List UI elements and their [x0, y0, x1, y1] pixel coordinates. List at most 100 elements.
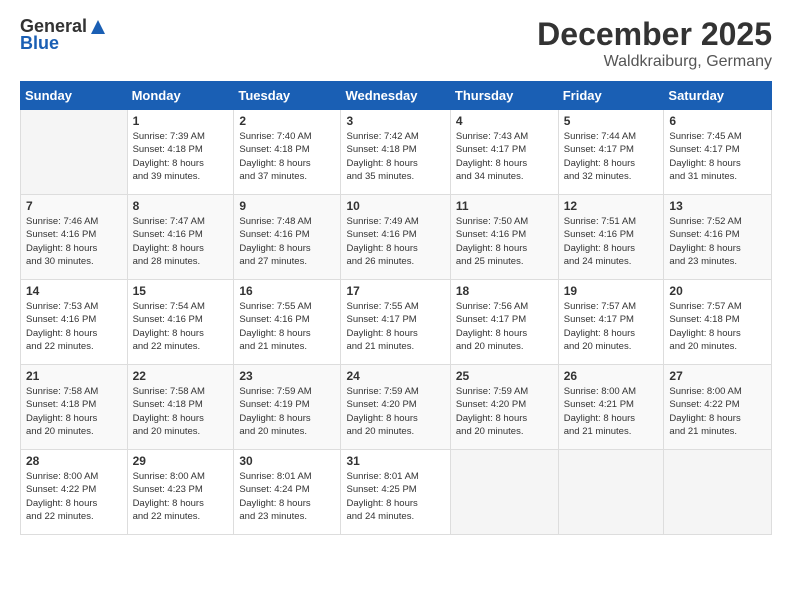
calendar-table: Sunday Monday Tuesday Wednesday Thursday… [20, 81, 772, 535]
day-info: Sunrise: 7:43 AM Sunset: 4:17 PM Dayligh… [456, 130, 553, 183]
table-row: 18 Sunrise: 7:56 AM Sunset: 4:17 PM Dayli… [450, 280, 558, 365]
day-number: 27 [669, 369, 766, 383]
table-row: 3Sunrise: 7:42 AM Sunset: 4:18 PM Daylig… [341, 110, 450, 195]
col-friday: Friday [558, 82, 664, 110]
day-number: 1 [133, 114, 229, 128]
page-container: General Blue December 2025 Waldkraiburg,… [0, 0, 792, 612]
table-row: 13Sunrise: 7:52 AM Sunset: 4:16 PM Dayli… [664, 195, 772, 280]
day-info: Sunrise: 7:47 AM Sunset: 4:16 PM Dayligh… [133, 215, 229, 268]
table-row: 27 Sunrise: 8:00 AM Sunset: 4:22 PM Dayli… [664, 365, 772, 450]
table-row: 5 Sunrise: 7:44 AM Sunset: 4:17 PM Daylig… [558, 110, 664, 195]
day-info: Sunrise: 7:45 AM Sunset: 4:17 PM Dayligh… [669, 130, 766, 183]
day-info: Sunrise: 7:42 AM Sunset: 4:18 PM Dayligh… [346, 130, 444, 183]
location-title: Waldkraiburg, Germany [537, 53, 772, 71]
day-info: Sunrise: 8:01 AM Sunset: 4:25 PM Dayligh… [346, 470, 444, 523]
day-info: Sunrise: 7:59 AM Sunset: 4:19 PM Dayligh… [239, 385, 335, 438]
table-row: 29 Sunrise: 8:00 AM Sunset: 4:23 PM Dayli… [127, 450, 234, 535]
day-info: Sunrise: 8:00 AM Sunset: 4:22 PM Dayligh… [26, 470, 122, 523]
day-info: Sunrise: 8:01 AM Sunset: 4:24 PM Dayligh… [239, 470, 335, 523]
col-sunday: Sunday [21, 82, 128, 110]
table-row: 15Sunrise: 7:54 AM Sunset: 4:16 PM Dayli… [127, 280, 234, 365]
col-saturday: Saturday [664, 82, 772, 110]
table-row: 2 Sunrise: 7:40 AM Sunset: 4:18 PM Daylig… [234, 110, 341, 195]
table-row: 14 Sunrise: 7:53 AM Sunset: 4:16 PM Dayli… [21, 280, 128, 365]
day-info: Sunrise: 7:54 AM Sunset: 4:16 PM Dayligh… [133, 300, 229, 353]
table-row: 25Sunrise: 7:59 AM Sunset: 4:20 PM Dayli… [450, 365, 558, 450]
day-info: Sunrise: 7:53 AM Sunset: 4:16 PM Dayligh… [26, 300, 122, 353]
table-row [450, 450, 558, 535]
logo-icon [89, 18, 107, 36]
day-info: Sunrise: 7:44 AM Sunset: 4:17 PM Dayligh… [564, 130, 659, 183]
day-number: 25 [456, 369, 553, 383]
logo-blue-text: Blue [20, 33, 59, 54]
day-number: 2 [239, 114, 335, 128]
calendar-week-row: 21 Sunrise: 7:58 AM Sunset: 4:18 PM Dayli… [21, 365, 772, 450]
day-info: Sunrise: 7:58 AM Sunset: 4:18 PM Dayligh… [26, 385, 122, 438]
day-info: Sunrise: 7:52 AM Sunset: 4:16 PM Dayligh… [669, 215, 766, 268]
month-title: December 2025 [537, 16, 772, 53]
day-number: 9 [239, 199, 335, 213]
day-number: 8 [133, 199, 229, 213]
calendar-header-row: Sunday Monday Tuesday Wednesday Thursday… [21, 82, 772, 110]
day-number: 18 [456, 284, 553, 298]
table-row: 17Sunrise: 7:55 AM Sunset: 4:17 PM Dayli… [341, 280, 450, 365]
table-row: 16 Sunrise: 7:55 AM Sunset: 4:16 PM Dayli… [234, 280, 341, 365]
table-row: 4 Sunrise: 7:43 AM Sunset: 4:17 PM Daylig… [450, 110, 558, 195]
day-info: Sunrise: 8:00 AM Sunset: 4:23 PM Dayligh… [133, 470, 229, 523]
day-number: 10 [346, 199, 444, 213]
day-info: Sunrise: 7:58 AM Sunset: 4:18 PM Dayligh… [133, 385, 229, 438]
day-number: 22 [133, 369, 229, 383]
table-row: 26 Sunrise: 8:00 AM Sunset: 4:21 PM Dayli… [558, 365, 664, 450]
day-number: 23 [239, 369, 335, 383]
calendar-week-row: 14 Sunrise: 7:53 AM Sunset: 4:16 PM Dayli… [21, 280, 772, 365]
table-row: 28 Sunrise: 8:00 AM Sunset: 4:22 PM Dayli… [21, 450, 128, 535]
table-row: 6 Sunrise: 7:45 AM Sunset: 4:17 PM Daylig… [664, 110, 772, 195]
table-row: 10 Sunrise: 7:49 AM Sunset: 4:16 PM Dayli… [341, 195, 450, 280]
day-info: Sunrise: 7:59 AM Sunset: 4:20 PM Dayligh… [346, 385, 444, 438]
table-row: 31 Sunrise: 8:01 AM Sunset: 4:25 PM Dayli… [341, 450, 450, 535]
title-section: December 2025 Waldkraiburg, Germany [537, 16, 772, 71]
day-number: 14 [26, 284, 122, 298]
day-number: 30 [239, 454, 335, 468]
day-info: Sunrise: 7:57 AM Sunset: 4:18 PM Dayligh… [669, 300, 766, 353]
day-number: 11 [456, 199, 553, 213]
day-number: 19 [564, 284, 659, 298]
day-number: 31 [346, 454, 444, 468]
day-info: Sunrise: 7:40 AM Sunset: 4:18 PM Dayligh… [239, 130, 335, 183]
day-info: Sunrise: 7:56 AM Sunset: 4:17 PM Dayligh… [456, 300, 553, 353]
table-row: 1 Sunrise: 7:39 AM Sunset: 4:18 PM Daylig… [127, 110, 234, 195]
day-info: Sunrise: 7:55 AM Sunset: 4:17 PM Dayligh… [346, 300, 444, 353]
table-row: 11 Sunrise: 7:50 AM Sunset: 4:16 PM Dayli… [450, 195, 558, 280]
day-number: 20 [669, 284, 766, 298]
table-row: 12Sunrise: 7:51 AM Sunset: 4:16 PM Dayli… [558, 195, 664, 280]
day-number: 16 [239, 284, 335, 298]
day-number: 5 [564, 114, 659, 128]
day-number: 4 [456, 114, 553, 128]
calendar-week-row: 1 Sunrise: 7:39 AM Sunset: 4:18 PM Daylig… [21, 110, 772, 195]
table-row: 30 Sunrise: 8:01 AM Sunset: 4:24 PM Dayli… [234, 450, 341, 535]
calendar-week-row: 7Sunrise: 7:46 AM Sunset: 4:16 PM Daylig… [21, 195, 772, 280]
day-info: Sunrise: 7:48 AM Sunset: 4:16 PM Dayligh… [239, 215, 335, 268]
day-number: 28 [26, 454, 122, 468]
table-row: 24Sunrise: 7:59 AM Sunset: 4:20 PM Dayli… [341, 365, 450, 450]
table-row [21, 110, 128, 195]
day-info: Sunrise: 8:00 AM Sunset: 4:22 PM Dayligh… [669, 385, 766, 438]
day-info: Sunrise: 8:00 AM Sunset: 4:21 PM Dayligh… [564, 385, 659, 438]
day-number: 21 [26, 369, 122, 383]
table-row: 7Sunrise: 7:46 AM Sunset: 4:16 PM Daylig… [21, 195, 128, 280]
day-info: Sunrise: 7:57 AM Sunset: 4:17 PM Dayligh… [564, 300, 659, 353]
table-row: 21 Sunrise: 7:58 AM Sunset: 4:18 PM Dayli… [21, 365, 128, 450]
day-info: Sunrise: 7:55 AM Sunset: 4:16 PM Dayligh… [239, 300, 335, 353]
day-info: Sunrise: 7:49 AM Sunset: 4:16 PM Dayligh… [346, 215, 444, 268]
col-monday: Monday [127, 82, 234, 110]
day-number: 26 [564, 369, 659, 383]
day-number: 6 [669, 114, 766, 128]
col-tuesday: Tuesday [234, 82, 341, 110]
table-row [664, 450, 772, 535]
calendar-week-row: 28 Sunrise: 8:00 AM Sunset: 4:22 PM Dayli… [21, 450, 772, 535]
day-info: Sunrise: 7:50 AM Sunset: 4:16 PM Dayligh… [456, 215, 553, 268]
table-row: 19 Sunrise: 7:57 AM Sunset: 4:17 PM Dayli… [558, 280, 664, 365]
day-info: Sunrise: 7:39 AM Sunset: 4:18 PM Dayligh… [133, 130, 229, 183]
page-header: General Blue December 2025 Waldkraiburg,… [20, 16, 772, 71]
day-number: 29 [133, 454, 229, 468]
